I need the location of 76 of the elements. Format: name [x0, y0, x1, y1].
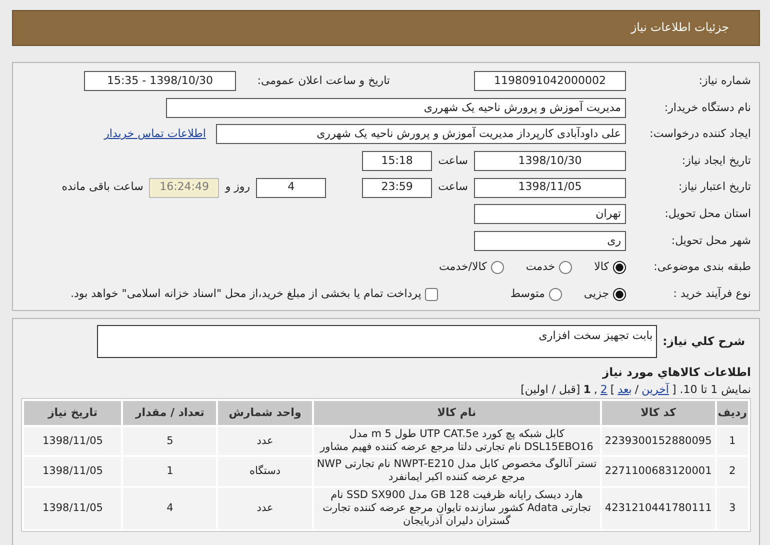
column-header: تعداد / مقدار [123, 401, 216, 426]
radio-button[interactable] [613, 260, 626, 274]
field-label: طبقه بندی موضوعی: [652, 261, 751, 274]
field-label: تاریخ ایجاد نیاز: [680, 154, 751, 168]
field-label: شهر محل تحویل: [670, 234, 751, 248]
field-label: ایجاد کننده درخواست: [648, 128, 751, 141]
need-number-field: 1198091042000002 [474, 71, 626, 92]
field-label: نوع فرآیند خرید : [672, 288, 751, 300]
pager-link[interactable]: آخرین [642, 382, 669, 398]
pager-text: / [634, 382, 639, 398]
pager-text: ] [610, 382, 615, 398]
current-page: 1 [583, 382, 591, 398]
table-cell: 4 [123, 488, 216, 529]
radio-button[interactable] [613, 288, 626, 301]
field-label: ساعت [437, 179, 469, 196]
field-label: استان محل تحویل: [664, 208, 751, 221]
buyer-field: مدیریت آموزش و پرورش ناحیه یک شهرری [166, 98, 626, 118]
radio-button[interactable] [490, 260, 504, 274]
table-cell: هارد دیسک رایانه ظرفیت 128 GB مدل SSD SX900 نام تجارتی Adata کشور سازنده تایوان مرجع عرضه کننده تجارت گستران دلیران آذربایجان [314, 488, 600, 529]
field-label: روز و [224, 179, 252, 196]
page-title: جزئیات اطلاعات نیاز [631, 19, 729, 36]
checkbox-label: پرداخت تمام یا بخشی از مبلغ خرید،از محل "اسناد خزانه اسلامی" خواهد بود. [70, 286, 422, 302]
radio-label: کالا [594, 259, 609, 276]
field-label: تاریخ اعتبار نیاز: [677, 181, 751, 194]
table-cell: 2 [716, 457, 748, 486]
radio-label: کالا/خدمت [439, 259, 487, 276]
creator-field: علی داودآبادی کارپرداز مدیریت آموزش و پرورش ناحیه یک شهرری [216, 124, 626, 144]
checkbox[interactable] [425, 288, 438, 301]
city-field: ری [474, 230, 626, 251]
announce-date-field: 1398/10/30 - 15:35 [84, 71, 236, 92]
radio-label: جزیی [584, 286, 609, 302]
pager-link[interactable]: 2 [600, 382, 608, 398]
table-cell: 1398/11/05 [24, 427, 122, 456]
table-cell: 5 [123, 427, 216, 456]
table-cell: دستگاه [218, 457, 312, 486]
description-field: بابت تجهیز سخت افزاری [96, 325, 657, 358]
pager-text: [قبل / اولین] [520, 382, 580, 398]
remaining-time-field: 16:24:49 [149, 178, 220, 198]
pager-text: , [594, 382, 598, 398]
table-cell: 4231210441780111 [602, 488, 715, 529]
field-label: ساعت [437, 152, 469, 169]
radio-label: متوسط [510, 286, 545, 302]
table-cell: عدد [218, 427, 312, 456]
date-field: 1398/10/30 [474, 151, 626, 172]
time-field: 23:59 [362, 178, 432, 198]
column-header: واحد شمارش [218, 401, 312, 426]
days-field: 4 [256, 178, 326, 198]
field-label: تاریخ و ساعت اعلان عمومی: [256, 73, 391, 90]
table-cell: 1398/11/05 [24, 488, 122, 529]
pager-link[interactable]: بعد [618, 382, 632, 398]
field-label: نام دستگاه خریدار: [663, 102, 751, 114]
table-cell: کابل شبکه پچ کورد UTP CAT.5e طول 5 m مدل DSL15EBO16 نام تجارتی دلتا مرجع عرضه کننده فهیم مشاور [314, 427, 600, 456]
column-header: تاریخ نیاز [24, 401, 122, 426]
date-field: 1398/11/05 [474, 178, 626, 198]
province-field: تهران [474, 204, 626, 224]
table-cell: 2239300152880095 [602, 427, 715, 456]
table-cell: 1398/11/05 [24, 457, 122, 486]
contact-link[interactable]: اطلاعات تماس خریدار [104, 126, 206, 143]
description-label: شرح کلي نیاز: [662, 333, 746, 350]
table-cell: 2271100683120001 [602, 457, 715, 486]
table-cell: 1 [716, 427, 748, 456]
section-title: اطلاعات کالاهاي مورد نیاز [601, 364, 751, 382]
radio-button[interactable] [548, 288, 562, 301]
column-header: کد کالا [602, 401, 715, 426]
table-cell: 1 [123, 457, 216, 486]
time-field: 15:18 [362, 151, 432, 172]
field-label: ساعت باقی مانده [60, 179, 144, 196]
table-cell: عدد [218, 488, 312, 529]
column-header: ردیف [716, 401, 748, 426]
radio-button[interactable] [559, 260, 572, 274]
column-header: نام کالا [314, 401, 600, 426]
table-cell: تستر آنالوگ مخصوص کابل مدل NWPT-E210 نام تجارتی NWP مرجع عرضه کننده اکبر ایمانفرد [314, 457, 600, 486]
table-cell: 3 [716, 488, 748, 529]
field-label: شماره نیاز: [698, 74, 751, 88]
radio-label: خدمت [526, 259, 556, 276]
pager-text: نمایش 1 تا 10. [ [672, 382, 751, 398]
